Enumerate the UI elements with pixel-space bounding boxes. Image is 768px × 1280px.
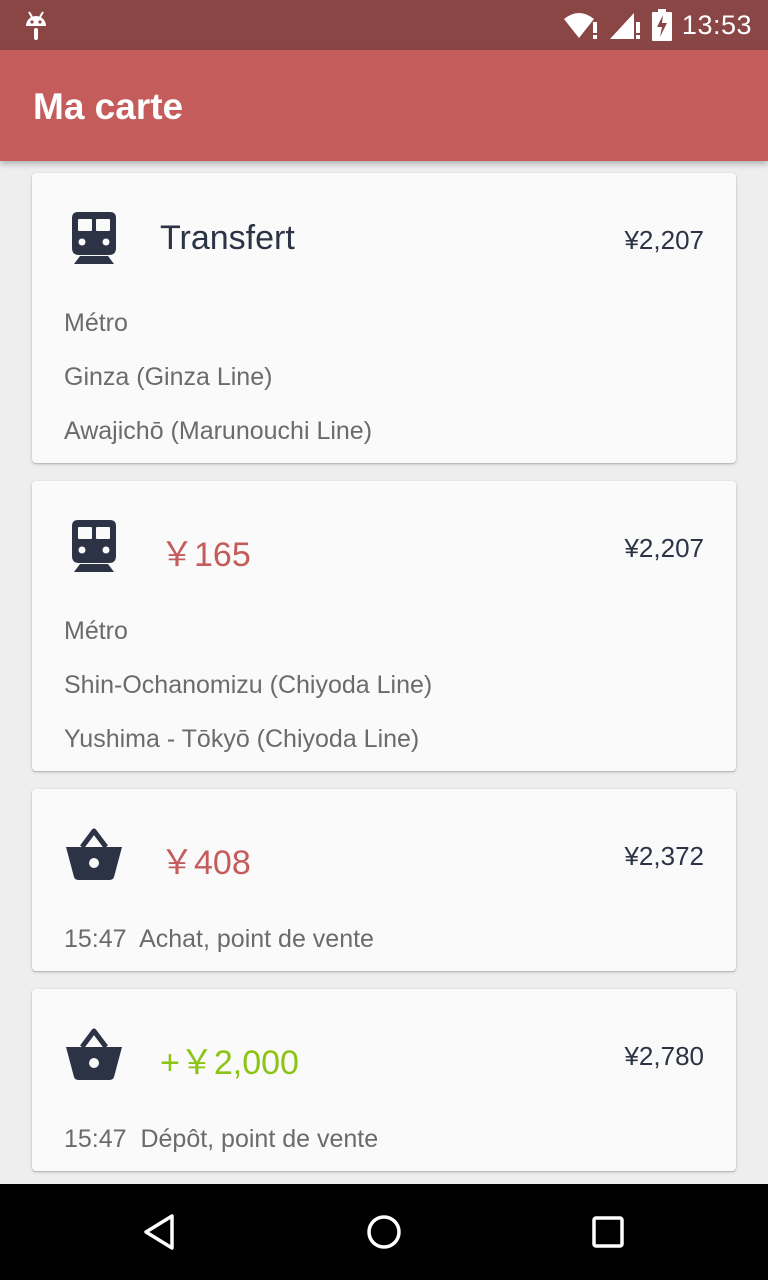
train-icon: [72, 212, 116, 264]
transaction-detail: 15:47 Dépôt, point de vente: [64, 1125, 379, 1153]
train-icon: [72, 520, 116, 572]
transaction-detail: Métro: [64, 617, 128, 645]
balance-value: ¥2,780: [624, 1041, 704, 1071]
transaction-amount: ￥165: [160, 536, 251, 574]
navigation-bar: [0, 1184, 768, 1280]
transaction-amount: +￥2,000: [160, 1044, 299, 1082]
transaction-detail: Ginza (Ginza Line): [64, 363, 273, 391]
recents-icon[interactable]: [584, 1208, 632, 1256]
home-icon[interactable]: [360, 1208, 408, 1256]
back-icon[interactable]: [136, 1208, 184, 1256]
balance-value: ¥2,207: [624, 533, 704, 563]
status-bar: 13:53: [0, 0, 768, 50]
signal-icon: [609, 13, 640, 39]
wifi-icon: [563, 13, 597, 39]
transaction-detail: 15:47 Achat, point de vente: [64, 925, 374, 953]
transaction-detail: Awajichō (Marunouchi Line): [64, 417, 373, 445]
balance-value: ¥2,207: [624, 225, 704, 255]
basket-icon: [66, 828, 122, 880]
app-bar: Ma carte: [0, 50, 768, 161]
transaction-detail: Shin-Ochanomizu (Chiyoda Line): [64, 671, 433, 699]
transaction-amount: ￥408: [160, 844, 251, 882]
transaction-detail: Yushima - Tōkyō (Chiyoda Line): [64, 725, 420, 753]
transaction-card[interactable]: Transfert ¥2,207 Métro Ginza (Ginza Line…: [32, 173, 736, 463]
balance-value: ¥2,372: [624, 841, 704, 871]
transaction-card[interactable]: ￥165 ¥2,207 Métro Shin-Ochanomizu (Chiyo…: [32, 481, 736, 771]
transaction-amount: Transfert: [160, 219, 295, 257]
transaction-detail: Métro: [64, 309, 128, 337]
battery-charging-icon: [651, 9, 672, 41]
transaction-card[interactable]: +￥2,000 ¥2,780 15:47 Dépôt, point de ven…: [32, 989, 736, 1171]
transaction-list[interactable]: Transfert ¥2,207 Métro Ginza (Ginza Line…: [0, 161, 768, 1184]
transaction-card[interactable]: ￥408 ¥2,372 15:47 Achat, point de vente: [32, 789, 736, 971]
page-title: Ma carte: [33, 86, 184, 127]
android-icon: [26, 11, 46, 40]
status-time: 13:53: [681, 9, 752, 40]
basket-icon: [66, 1028, 122, 1080]
